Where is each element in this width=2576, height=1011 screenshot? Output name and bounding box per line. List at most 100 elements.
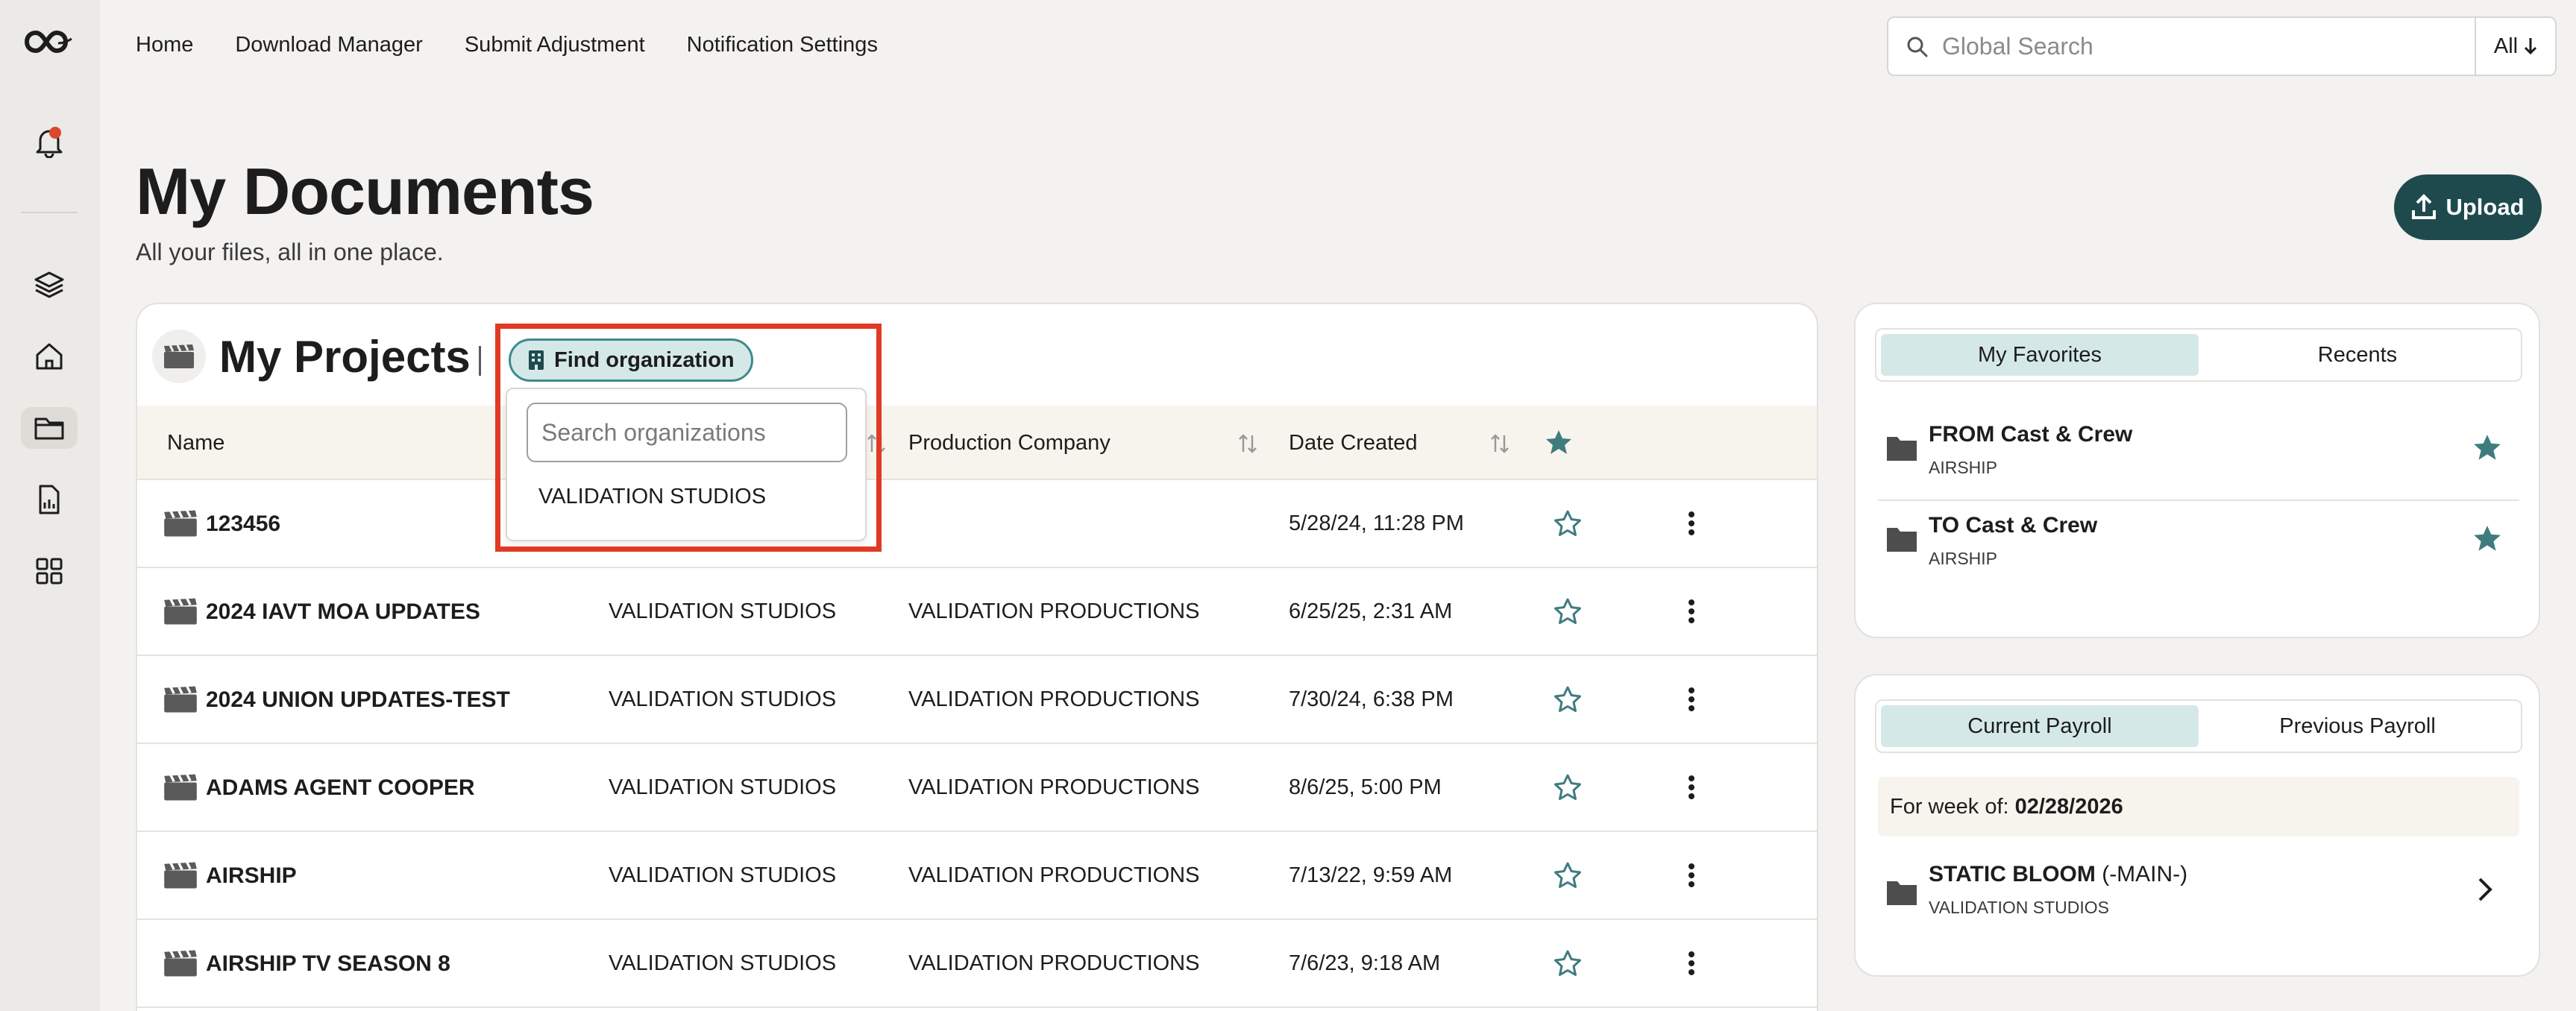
row-date-created: 7/30/24, 6:38 PM [1289,687,1454,711]
week-date: 02/28/2026 [2014,794,2123,819]
table-header: Name Production Company Date Created [137,406,1817,480]
clapperboard-icon [164,861,197,889]
star-outline-icon[interactable] [1553,684,1583,714]
row-name[interactable]: 123456 [206,511,280,537]
sort-icon[interactable] [1238,432,1257,455]
row-name[interactable]: AIRSHIP [206,863,297,889]
row-production-company: VALIDATION PRODUCTIONS [908,863,1200,887]
folder-icon [1887,437,1917,461]
search-scope-label: All [2493,34,2519,58]
projects-title: My Projects [219,331,471,382]
sort-icon[interactable] [1490,432,1510,455]
nav-notification-settings[interactable]: Notification Settings [687,33,878,57]
upload-icon [2412,194,2437,219]
clapperboard-icon [164,949,197,977]
favorite-subtitle: AIRSHIP [1929,458,1998,477]
row-date-created: 6/25/25, 2:31 AM [1289,599,1453,623]
home-icon[interactable] [21,336,78,377]
tab-previous-payroll[interactable]: Previous Payroll [2199,705,2516,747]
row-organization: VALIDATION STUDIOS [609,687,837,711]
clapperboard-icon [164,773,197,801]
sidebar-divider [21,212,78,213]
more-vertical-icon[interactable] [1686,684,1697,714]
star-outline-icon[interactable] [1553,860,1583,890]
table-row[interactable]: 2024 UNION UPDATES-TEST VALIDATION STUDI… [137,656,1817,744]
layers-icon[interactable] [21,264,78,306]
logo-icon[interactable] [21,21,78,63]
table-row[interactable]: ADAMS AGENT COOPER VALIDATION STUDIOS VA… [137,744,1817,832]
nav-download-manager[interactable]: Download Manager [235,33,422,57]
table-row[interactable]: AIRSHIP TV SEASON 8 VALIDATION STUDIOS V… [137,920,1817,1008]
row-name[interactable]: 2024 IAVT MOA UPDATES [206,599,480,625]
search-scope-select[interactable]: All [2475,18,2555,75]
folder-icon [1887,881,1917,905]
document-icon[interactable] [21,479,78,520]
page-title: My Documents [136,154,594,228]
star-outline-icon[interactable] [1553,772,1583,802]
row-name[interactable]: AIRSHIP TV SEASON 8 [206,951,450,977]
star-outline-icon[interactable] [1553,508,1583,538]
payroll-tabs: Current Payroll Previous Payroll [1875,699,2522,753]
table-row[interactable]: 123456 5/28/24, 11:28 PM [137,480,1817,568]
upload-label: Upload [2445,194,2525,220]
column-date-created[interactable]: Date Created [1289,431,1418,456]
arrow-down-icon [2525,38,2537,55]
favorite-item[interactable]: TO Cast & Crew AIRSHIP [1878,497,2519,585]
global-search-input[interactable] [1888,18,2475,75]
row-name[interactable]: ADAMS AGENT COOPER [206,775,475,801]
nav-home[interactable]: Home [136,33,193,57]
star-filled-icon[interactable] [2472,523,2503,555]
star-outline-icon[interactable] [1553,948,1583,978]
favorite-item[interactable]: FROM Cast & Crew AIRSHIP [1878,406,2519,494]
payroll-item-title-wrap: STATIC BLOOM (-MAIN-) [1929,862,2187,887]
top-nav: Home Download Manager Submit Adjustment … [136,33,878,57]
apps-grid-icon[interactable] [21,550,78,592]
row-production-company: VALIDATION PRODUCTIONS [908,687,1200,711]
more-vertical-icon[interactable] [1686,596,1697,626]
projects-header: My Projects [152,330,471,383]
favorite-title: TO Cast & Crew [1929,513,2098,538]
row-date-created: 7/6/23, 9:18 AM [1289,951,1441,975]
highlight-box [495,324,882,552]
nav-submit-adjustment[interactable]: Submit Adjustment [465,33,645,57]
more-vertical-icon[interactable] [1686,948,1697,978]
favorite-subtitle: AIRSHIP [1929,549,1998,568]
column-production-company[interactable]: Production Company [908,431,1110,456]
sidebar [0,0,100,1011]
more-vertical-icon[interactable] [1686,860,1697,890]
row-organization: VALIDATION STUDIOS [609,863,837,887]
upload-button[interactable]: Upload [2394,174,2542,240]
folder-icon[interactable] [21,407,78,449]
clapperboard-icon [164,509,197,537]
table-row[interactable]: 2024 IAVT MOA UPDATES VALIDATION STUDIOS… [137,568,1817,656]
chevron-right-icon[interactable] [2476,875,2494,904]
projects-card: My Projects Find organization Name Produ… [136,303,1818,1011]
clapperboard-icon [164,597,197,625]
star-outline-icon[interactable] [1553,596,1583,626]
search-icon [1907,37,1928,57]
notification-dot [49,127,61,139]
clapperboard-icon [152,330,206,383]
star-filled-icon[interactable] [1544,428,1574,458]
row-production-company: VALIDATION PRODUCTIONS [908,775,1200,799]
more-vertical-icon[interactable] [1686,508,1697,538]
folder-icon [1887,528,1917,552]
row-date-created: 5/28/24, 11:28 PM [1289,511,1464,535]
payroll-card: Current Payroll Previous Payroll For wee… [1854,674,2540,977]
tab-current-payroll[interactable]: Current Payroll [1881,705,2199,747]
bell-icon[interactable] [21,121,78,163]
row-name[interactable]: 2024 UNION UPDATES-TEST [206,687,510,713]
favorites-tabs: My Favorites Recents [1875,328,2522,382]
row-organization: VALIDATION STUDIOS [609,599,837,623]
more-vertical-icon[interactable] [1686,772,1697,802]
clapperboard-icon [164,685,197,713]
tab-recents[interactable]: Recents [2199,334,2516,376]
star-filled-icon[interactable] [2472,432,2503,464]
table-row[interactable]: AIRSHIP VALIDATION STUDIOS VALIDATION PR… [137,832,1817,920]
payroll-item[interactable]: STATIC BLOOM (-MAIN-) VALIDATION STUDIOS [1878,848,2519,930]
column-name[interactable]: Name [167,431,224,456]
week-bar: For week of: 02/28/2026 [1878,777,2519,837]
header-separator [479,346,481,376]
tab-my-favorites[interactable]: My Favorites [1881,334,2199,376]
payroll-item-suffix: (-MAIN-) [2102,862,2188,886]
